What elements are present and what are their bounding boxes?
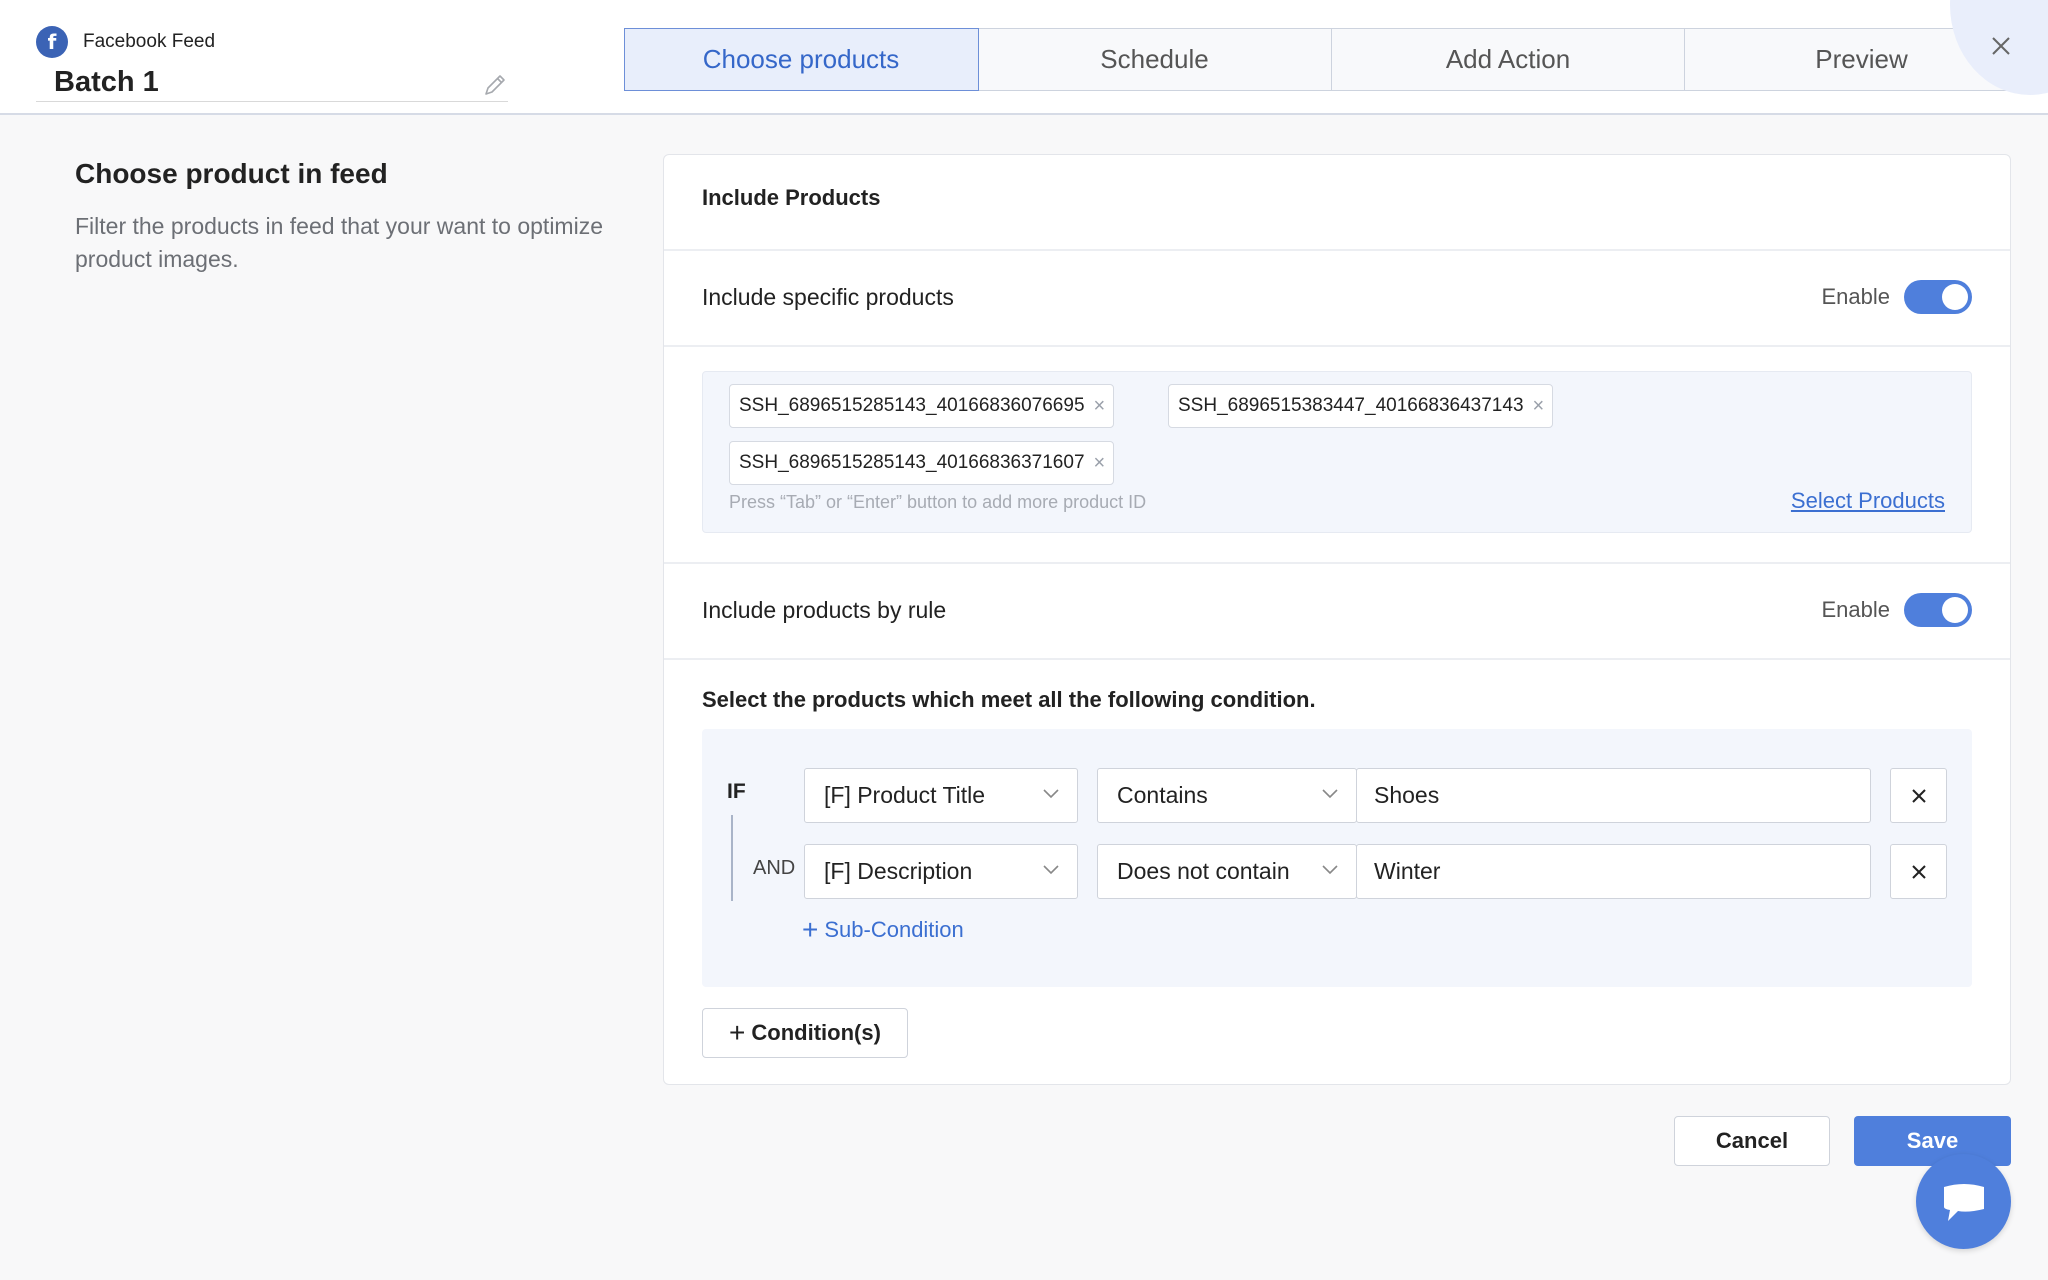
chat-icon [1943,1183,1984,1221]
pencil-icon[interactable] [482,72,508,98]
section-description: Filter the products in feed that your wa… [75,213,603,272]
toggle-knob [1942,597,1968,623]
select-products-link[interactable]: Select Products [1791,488,1945,514]
and-label: AND [753,857,796,879]
close-icon [1911,788,1926,803]
chevron-down-icon [1322,865,1338,875]
close-icon [1911,864,1926,879]
include-by-rule-enable: Enable [1821,593,1972,627]
save-button[interactable]: Save [1854,1116,2011,1166]
toggle-knob [1942,284,1968,310]
chevron-down-icon [1043,865,1059,875]
include-specific-toggle[interactable] [1904,280,1972,314]
if-label: IF [727,780,746,803]
tab-add-action[interactable]: Add Action [1330,28,1686,91]
close-icon[interactable] [1985,30,2017,62]
enable-label: Enable [1821,284,1890,309]
product-id-hint: Press “Tab” or “Enter” button to add mor… [729,492,1147,512]
feed-name: Facebook Feed [83,31,216,52]
plus-icon: + [729,1017,746,1048]
product-tag: SSH_6896515285143_40166836076695 × [729,384,1115,428]
field-select-value: [F] Product Title [824,782,986,808]
conditions-heading: Select the products which meet all the f… [702,687,1316,712]
batch-name[interactable]: Batch 1 [54,66,159,99]
include-products-card: Include Products Include specific produc… [663,154,2011,1085]
add-condition-button[interactable]: + Condition(s) [702,1008,908,1058]
enable-label: Enable [1821,597,1890,622]
and-connector [731,815,733,901]
plus-icon: + [802,914,819,945]
tab-choose-products[interactable]: Choose products [623,28,979,91]
header: f Facebook Feed Batch 1 Choose products … [0,0,2048,115]
batch-name-underline [36,101,508,102]
chat-widget-button[interactable] [1916,1154,2011,1249]
tag-remove-icon[interactable]: × [1533,395,1545,418]
cancel-button[interactable]: Cancel [1674,1116,1830,1166]
include-specific-enable: Enable [1821,280,1972,314]
include-specific-label: Include specific products [702,284,954,310]
operator-select-value: Contains [1117,782,1208,808]
product-tag: SSH_6896515383447_40166836437143 × [1168,384,1554,428]
tab-schedule[interactable]: Schedule [977,28,1332,91]
product-tag: SSH_6896515285143_40166836371607 × [729,441,1115,485]
remove-condition-button[interactable] [1890,768,1947,823]
chevron-down-icon [1043,789,1059,799]
operator-select[interactable]: Does not contain [1097,844,1357,899]
condition-value-input[interactable]: Shoes [1356,768,1871,823]
card-title: Include Products [702,185,881,210]
tag-remove-icon[interactable]: × [1094,395,1106,418]
product-tag-label: SSH_6896515285143_40166836371607 [739,452,1085,473]
feed-info: f Facebook Feed [36,26,215,58]
add-condition-label: Condition(s) [751,1020,881,1045]
product-tag-label: SSH_6896515383447_40166836437143 [1178,395,1524,416]
remove-condition-button[interactable] [1890,844,1947,899]
field-select[interactable]: [F] Description [804,844,1078,899]
conditions-box: IF AND [F] Product Title Contains Shoes … [702,729,1972,987]
include-by-rule-toggle[interactable] [1904,593,1972,627]
field-select-value: [F] Description [824,858,973,884]
divider [664,658,2010,660]
product-tag-label: SSH_6896515285143_40166836076695 [739,395,1085,416]
condition-value-input[interactable]: Winter [1356,844,1871,899]
chevron-down-icon [1322,789,1338,799]
section-title: Choose product in feed [75,158,388,189]
divider [664,562,2010,564]
step-tabs: Choose products Schedule Add Action Prev… [623,28,2039,91]
sub-condition-label: Sub-Condition [824,917,964,942]
add-sub-condition-button[interactable]: + Sub-Condition [802,914,964,945]
divider [664,249,2010,251]
operator-select[interactable]: Contains [1097,768,1357,823]
facebook-icon: f [36,26,68,58]
include-by-rule-label: Include products by rule [702,597,947,623]
operator-select-value: Does not contain [1117,858,1290,884]
tag-remove-icon[interactable]: × [1094,452,1106,475]
product-id-input[interactable]: SSH_6896515285143_40166836076695 × SSH_6… [702,371,1972,533]
field-select[interactable]: [F] Product Title [804,768,1078,823]
divider [664,345,2010,347]
